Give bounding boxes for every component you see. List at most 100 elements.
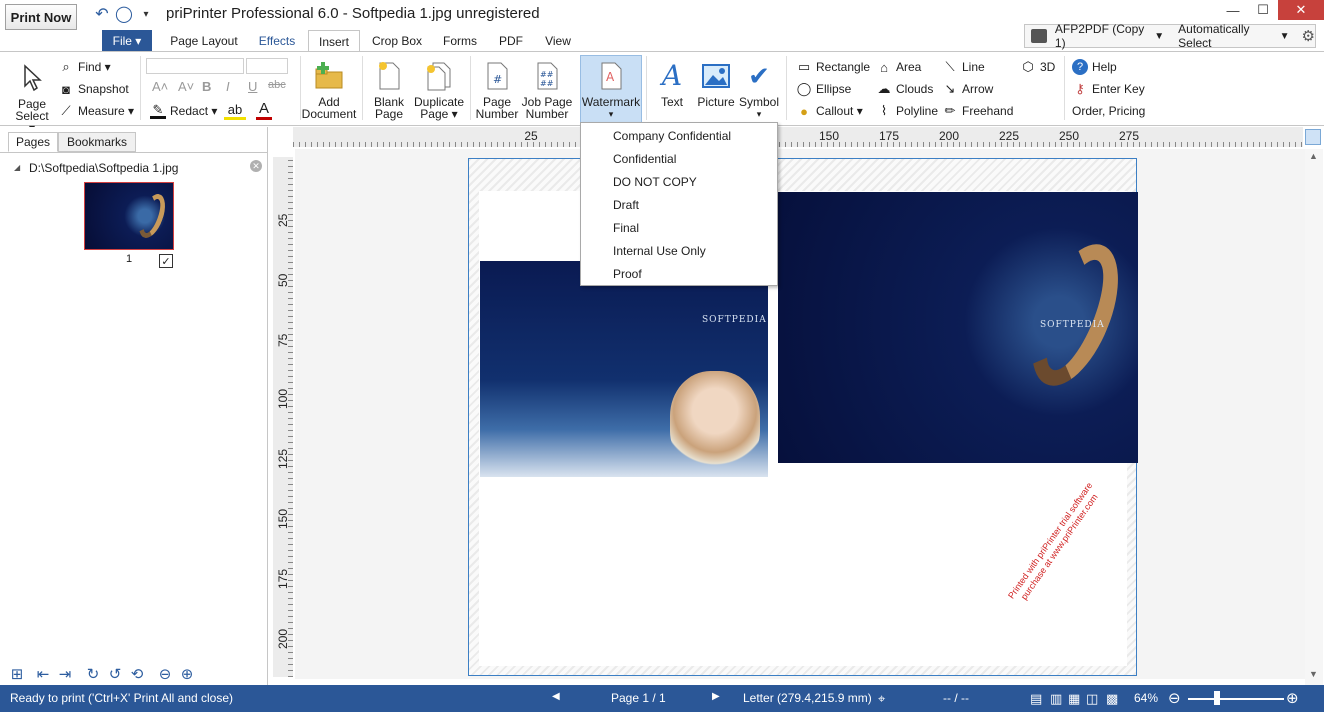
watermark-option-confidential[interactable]: Confidential: [613, 152, 676, 166]
symbol-button[interactable]: ✔ Symbol ▾: [738, 60, 780, 120]
freehand-label: Freehand: [962, 104, 1014, 118]
tab-forms[interactable]: Forms: [436, 30, 484, 52]
add-page-icon[interactable]: ⊞: [8, 665, 26, 683]
tab-file[interactable]: File ▾: [102, 30, 152, 52]
underline-icon[interactable]: U: [248, 79, 257, 94]
3d-button[interactable]: ⬡ 3D: [1020, 58, 1055, 76]
highlight-color-icon[interactable]: ab: [224, 102, 246, 120]
strikethrough-icon[interactable]: abc: [268, 79, 286, 91]
pencil-icon: ✏: [944, 103, 956, 118]
redact-button[interactable]: ✎ Redact ▾: [150, 102, 217, 120]
document-tree-item[interactable]: D:\Softpedia\Softpedia 1.jpg: [29, 161, 178, 175]
watermark-option-internal-use-only[interactable]: Internal Use Only: [613, 244, 706, 258]
picture-button[interactable]: Picture: [694, 60, 738, 108]
tab-bookmarks[interactable]: Bookmarks: [58, 132, 136, 152]
scroll-down-icon[interactable]: ▼: [1309, 669, 1318, 679]
next-page-icon[interactable]: ▶: [712, 691, 720, 702]
tab-page-layout[interactable]: Page Layout: [162, 30, 246, 52]
ruler-toggle-icon[interactable]: [1305, 129, 1321, 145]
two-page-view-icon[interactable]: ◫: [1086, 691, 1098, 707]
area-button[interactable]: ⌂ Area: [876, 58, 921, 76]
print-now-button[interactable]: Print Now: [5, 4, 77, 30]
tab-effects[interactable]: Effects: [252, 30, 302, 52]
tab-pdf[interactable]: PDF: [490, 30, 532, 52]
order-pricing-button[interactable]: Order, Pricing: [1072, 102, 1145, 120]
find-button[interactable]: ⌕ Find ▾: [58, 58, 110, 76]
scroll-up-icon[interactable]: ▲: [1309, 151, 1318, 161]
page-number-button[interactable]: # Page Number: [474, 60, 520, 120]
duplicate-page-button[interactable]: Duplicate Page ▾: [412, 60, 466, 120]
line-button[interactable]: ⟍ Line: [942, 58, 984, 76]
clouds-button[interactable]: ☁ Clouds: [876, 80, 934, 98]
help-button[interactable]: ? Help: [1072, 58, 1117, 76]
maximize-button[interactable]: ☐: [1248, 0, 1278, 20]
watermark-option-draft[interactable]: Draft: [613, 198, 639, 212]
ellipse-button[interactable]: ◯ Ellipse: [796, 80, 852, 98]
watermark-option-proof[interactable]: Proof: [613, 267, 642, 281]
page-checkbox[interactable]: ✓: [159, 254, 173, 268]
minimize-button[interactable]: —: [1218, 0, 1248, 20]
tab-pages[interactable]: Pages: [8, 132, 58, 152]
bold-icon[interactable]: B: [202, 79, 211, 94]
zoom-out-icon[interactable]: ⊖: [156, 665, 174, 683]
rotate-both-icon[interactable]: ⟲: [128, 665, 146, 683]
italic-icon[interactable]: I: [226, 79, 230, 94]
single-page-view-icon[interactable]: ▤: [1030, 691, 1042, 707]
polyline-label: Polyline: [896, 104, 939, 118]
page-image-logo[interactable]: SOFTPEDIA: [778, 192, 1138, 463]
undo-icon[interactable]: ↶: [92, 5, 112, 23]
callout-button[interactable]: ● Callout ▾: [796, 102, 863, 120]
watermark-button[interactable]: A Watermark ▾: [580, 55, 642, 123]
prev-page-icon[interactable]: ◀: [552, 691, 560, 702]
tab-insert[interactable]: Insert: [308, 30, 360, 53]
duplicate-page-icon: [423, 60, 455, 92]
page-thumbnail[interactable]: [84, 182, 174, 250]
arrow-button[interactable]: ↘ Arrow: [942, 80, 994, 98]
tab-crop-box[interactable]: Crop Box: [366, 30, 428, 52]
measure-button[interactable]: ⟋ Measure ▾: [58, 102, 134, 120]
zoom-slider[interactable]: [1188, 698, 1284, 700]
rotate-left-icon[interactable]: ↺: [106, 665, 124, 683]
snapshot-button[interactable]: ◙ Snapshot: [58, 80, 129, 98]
multi-page-view-icon[interactable]: ▩: [1106, 691, 1118, 707]
add-document-button[interactable]: Add Document: [302, 60, 356, 120]
import-page-icon[interactable]: ⇤: [34, 665, 52, 683]
tree-expand-icon[interactable]: ◢: [14, 163, 20, 172]
watermark-option-final[interactable]: Final: [613, 221, 639, 235]
tab-view[interactable]: View: [538, 30, 578, 52]
enter-key-button[interactable]: ⚷ Enter Key: [1072, 80, 1145, 98]
close-document-icon[interactable]: ✕: [250, 160, 262, 172]
polyline-button[interactable]: ⌇ Polyline: [876, 102, 938, 120]
export-page-icon[interactable]: ⇥: [56, 665, 74, 683]
facing-pages-view-icon[interactable]: ▥: [1050, 691, 1062, 707]
watermark-option-do-not-copy[interactable]: DO NOT COPY: [613, 175, 697, 189]
ruler-label: 225: [998, 129, 1020, 143]
enter-key-label: Enter Key: [1092, 82, 1145, 96]
watermark-option-company-confidential[interactable]: Company Confidential: [613, 129, 731, 143]
continuous-view-icon[interactable]: ▦: [1068, 691, 1080, 707]
zoom-out-icon[interactable]: ⊖: [1168, 689, 1181, 707]
ruler-label: 125: [276, 448, 290, 469]
page-select-button[interactable]: Page Select ▾: [12, 62, 52, 134]
font-grow-icon[interactable]: A˄: [152, 79, 168, 94]
rotate-right-icon[interactable]: ↻: [84, 665, 102, 683]
watermark-icon: A: [595, 60, 627, 92]
circle-icon[interactable]: ◯: [114, 5, 134, 23]
freehand-button[interactable]: ✏ Freehand: [942, 102, 1014, 120]
zoom-slider-thumb[interactable]: [1214, 691, 1220, 705]
font-color-icon[interactable]: A: [256, 100, 272, 120]
font-size-combo[interactable]: [246, 58, 288, 74]
font-name-combo[interactable]: [146, 58, 244, 74]
job-page-number-button[interactable]: ## ## Job Page Number: [520, 60, 574, 120]
rectangle-button[interactable]: ▭ Rectangle: [796, 58, 870, 76]
zoom-in-icon[interactable]: ⊕: [178, 665, 196, 683]
page-image-portrait[interactable]: SOFTPEDIA: [480, 261, 768, 477]
quick-access-dropdown-icon[interactable]: ▾: [136, 5, 156, 23]
close-button[interactable]: ✕: [1278, 0, 1324, 20]
blank-page-button[interactable]: Blank Page: [366, 60, 412, 120]
font-shrink-icon[interactable]: A˅: [178, 79, 194, 94]
vertical-scrollbar[interactable]: ▲ ▼: [1305, 149, 1323, 685]
zoom-in-icon[interactable]: ⊕: [1286, 689, 1299, 707]
ruler-label: 150: [276, 508, 290, 529]
text-button[interactable]: A Text: [652, 60, 692, 109]
